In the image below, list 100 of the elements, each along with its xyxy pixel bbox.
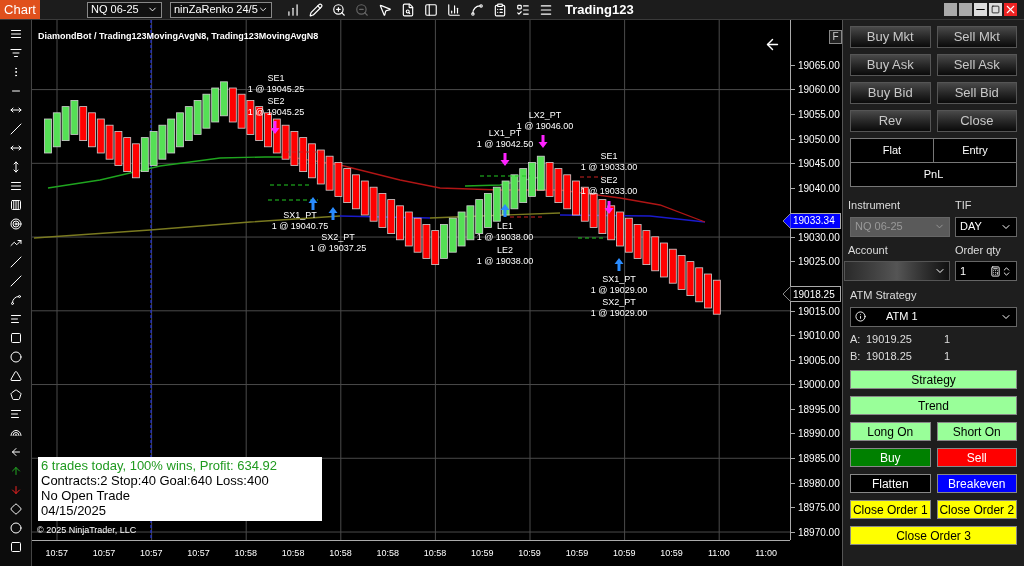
- curve-icon[interactable]: [9, 294, 22, 306]
- lines-icon[interactable]: [9, 28, 22, 40]
- strategy-button[interactable]: Sell: [936, 447, 1017, 467]
- down-arrow-icon[interactable]: [9, 484, 22, 496]
- document-search-icon[interactable]: [401, 2, 415, 17]
- spline-icon[interactable]: [470, 2, 484, 17]
- account-select[interactable]: [844, 261, 950, 281]
- trade-fill-text: 1 @ 19040.75: [271, 221, 329, 232]
- diagonal-line-icon[interactable]: [9, 123, 22, 135]
- time-label: 10:57: [44, 546, 69, 560]
- calculator-icon[interactable]: [990, 265, 1001, 277]
- circle-icon[interactable]: [9, 522, 22, 534]
- close-icon[interactable]: [1004, 3, 1017, 16]
- lines-icon[interactable]: [9, 180, 22, 192]
- pencil-icon[interactable]: [309, 2, 323, 17]
- quote-quantity: 1: [944, 349, 951, 365]
- column-chart-icon[interactable]: [447, 2, 461, 17]
- strategy-button[interactable]: Breakeven: [936, 473, 1017, 493]
- field-label: Account: [848, 242, 889, 258]
- pentagon-icon[interactable]: [9, 389, 22, 401]
- chart-tab[interactable]: Chart: [0, 0, 40, 19]
- diagonal-line-icon[interactable]: [9, 275, 22, 287]
- circle-icon[interactable]: [9, 351, 22, 363]
- up-arrow-marker: [328, 207, 338, 220]
- square-icon[interactable]: [9, 332, 22, 344]
- strategy-button[interactable]: Long On: [850, 421, 931, 441]
- chart-plot[interactable]: [32, 20, 790, 540]
- info-icon[interactable]: [855, 311, 866, 322]
- price-label: 19030.00: [798, 230, 840, 245]
- left-arrow-icon[interactable]: [9, 446, 22, 458]
- menu-icon[interactable]: [539, 2, 553, 17]
- strategy-button[interactable]: Buy: [850, 447, 931, 467]
- lines-icon[interactable]: [9, 408, 22, 420]
- up-arrow-icon[interactable]: [9, 465, 22, 477]
- triangle-icon[interactable]: [9, 370, 22, 382]
- target-icon[interactable]: [9, 218, 22, 230]
- format-button[interactable]: F: [829, 30, 842, 44]
- summary-line: No Open Trade: [41, 488, 131, 503]
- strategy-button[interactable]: Flatten: [850, 473, 931, 493]
- atm-strategy-select[interactable]: ATM 1: [850, 306, 1017, 327]
- summary-line: 04/15/2025: [41, 503, 108, 518]
- time-label: 10:59: [659, 546, 684, 560]
- diamond-icon[interactable]: [9, 503, 22, 515]
- trade-fill-text: 1 @ 19038.00: [476, 232, 534, 243]
- order-button[interactable]: Buy Ask: [850, 54, 931, 76]
- minimize-icon[interactable]: [974, 3, 987, 16]
- arc-icon[interactable]: [9, 427, 22, 439]
- bar-type-select[interactable]: ninZaRenko 24/5: [170, 1, 272, 18]
- strategy-button[interactable]: Trend: [850, 395, 1017, 415]
- pointer-icon[interactable]: [378, 2, 392, 17]
- order-button[interactable]: Sell Bid: [936, 82, 1017, 104]
- order-button[interactable]: Sell Ask: [936, 54, 1017, 76]
- order-button[interactable]: Buy Bid: [850, 82, 931, 104]
- order-button[interactable]: Close: [936, 110, 1017, 132]
- quote-label: A:: [850, 332, 862, 348]
- price-label: 19045.00: [798, 157, 840, 172]
- time-label: 10:57: [138, 546, 164, 560]
- price-label: 18990.00: [798, 427, 840, 442]
- price-label: 19000.00: [798, 378, 840, 393]
- strategy-button[interactable]: Short On: [936, 421, 1017, 441]
- tif-select[interactable]: DAY: [955, 216, 1017, 237]
- price-label: 18995.00: [798, 402, 840, 417]
- zoom-out-icon[interactable]: [355, 2, 369, 17]
- clipboard-icon[interactable]: [493, 2, 507, 17]
- back-arrow-icon[interactable]: [764, 36, 781, 53]
- order-button[interactable]: Rev: [850, 110, 931, 132]
- trend-line-icon[interactable]: [9, 237, 22, 249]
- trade-fill-text: 1 @ 19037.25: [309, 243, 367, 254]
- strategy-button[interactable]: Close Order 3: [850, 525, 1017, 545]
- list-icon[interactable]: [9, 47, 22, 59]
- trade-label: SX2_PT: [602, 297, 636, 308]
- zoom-in-icon[interactable]: [332, 2, 346, 17]
- order-qty-field[interactable]: 1: [955, 261, 1017, 281]
- up-arrow-marker: [308, 197, 318, 210]
- price-label: 19015.00: [798, 304, 840, 319]
- spin-icon[interactable]: [1001, 265, 1012, 277]
- summary-line: Contracts:2 Stop:40 Goal:640 Loss:400: [41, 473, 270, 488]
- price-label: 19060.00: [798, 83, 840, 98]
- strategy-button[interactable]: Close Order 2: [936, 499, 1017, 519]
- order-button[interactable]: Buy Mkt: [850, 26, 931, 48]
- summary-line: 6 trades today, 100% wins, Profit: 634.92: [41, 458, 279, 473]
- lines-icon[interactable]: [9, 313, 22, 325]
- trade-label: SE2: [600, 175, 618, 186]
- up-arrow-marker: [500, 204, 510, 217]
- maximize-icon[interactable]: [989, 3, 1002, 16]
- instrument-select[interactable]: NQ 06-25: [87, 1, 162, 18]
- field-label: Instrument: [848, 198, 901, 213]
- trade-label: LX1_PT: [488, 128, 522, 139]
- strategy-button[interactable]: Strategy: [850, 369, 1017, 389]
- panel-icon[interactable]: [424, 2, 438, 17]
- square-icon[interactable]: [9, 541, 22, 553]
- order-button[interactable]: Sell Mkt: [936, 26, 1017, 48]
- columns-icon[interactable]: [9, 199, 22, 211]
- trade-fill-text: 1 @ 19046.00: [516, 121, 574, 131]
- bar-chart-icon[interactable]: [286, 2, 300, 17]
- trade-label: SX1_PT: [602, 274, 636, 285]
- strategy-button[interactable]: Close Order 1: [850, 499, 931, 519]
- diagonal-line-icon[interactable]: [9, 256, 22, 268]
- checklist-icon[interactable]: [516, 2, 530, 17]
- trade-label: SE2: [267, 96, 285, 107]
